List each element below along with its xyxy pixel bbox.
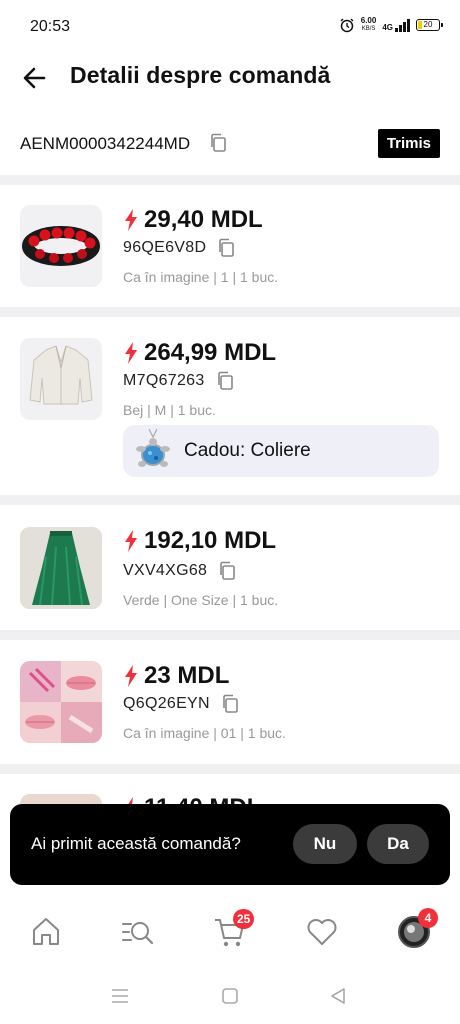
product-variant: Bej | M | 1 buc.	[123, 402, 216, 418]
lightning-icon	[125, 530, 137, 552]
back-triangle-icon[interactable]	[328, 986, 348, 1006]
product-variant: Ca în imagine | 01 | 1 buc.	[123, 725, 286, 741]
divider	[0, 495, 460, 505]
product-price: 29,40 MDL	[144, 206, 263, 233]
page-title: Detalii despre comandă	[70, 62, 331, 88]
copy-icon[interactable]	[216, 237, 238, 259]
sku-row: VXV4XG68	[123, 560, 239, 582]
account-nav[interactable]: 4	[396, 908, 438, 950]
product-image-pink-lip-gloss[interactable]	[20, 661, 102, 743]
divider	[0, 175, 460, 185]
no-button[interactable]: Nu	[293, 824, 357, 864]
product-sku: 96QE6V8D	[123, 239, 207, 256]
lightning-icon	[125, 665, 137, 687]
search-icon[interactable]	[120, 914, 156, 950]
status-indicators: 6.00 KB/S 4G 20	[339, 17, 443, 33]
product-sku: VXV4XG68	[123, 562, 208, 579]
alarm-icon	[340, 18, 354, 33]
product-item[interactable]: 11,40 MDL	[0, 774, 460, 804]
signal-icon	[395, 18, 410, 32]
price-row: 23 MDL	[124, 662, 229, 690]
status-bar: 20:53 6.00 KB/S 4G 20	[0, 0, 460, 52]
menu-icon[interactable]	[110, 987, 130, 1005]
speed-unit: KB/S	[361, 26, 376, 32]
home-square-icon[interactable]	[221, 987, 239, 1005]
signal-indicator: 4G	[382, 18, 410, 32]
received-prompt: Ai primit această comandă? Nu Da	[10, 804, 450, 885]
header: Detalii despre comandă	[0, 52, 460, 104]
product-item[interactable]: 192,10 MDL VXV4XG68 Verde | One Size | 1…	[0, 505, 460, 629]
lightning-icon	[125, 209, 137, 231]
divider	[0, 630, 460, 640]
product-image-green-tulle-skirt[interactable]	[20, 527, 102, 609]
product-item[interactable]: 264,99 MDL M7Q67263 Bej | M | 1 buc. Cad…	[0, 317, 460, 495]
copy-icon[interactable]	[220, 693, 242, 715]
speed-value: 6.00	[360, 16, 377, 25]
cart-badge: 25	[233, 909, 255, 929]
gift-image-turtle-necklace	[136, 428, 170, 467]
product-image-beige-cropped-blazer[interactable]	[20, 338, 102, 420]
gift-item[interactable]: Cadou: Coliere	[123, 425, 439, 477]
product-price: 264,99 MDL	[144, 339, 277, 366]
lightning-icon	[125, 342, 137, 364]
battery-icon: 20	[416, 19, 443, 31]
product-variant: Ca în imagine | 1 | 1 buc.	[123, 269, 279, 285]
status-badge: Trimis	[377, 129, 440, 158]
cart-nav[interactable]: 25	[212, 909, 255, 950]
price-row: 192,10 MDL	[124, 527, 276, 555]
home-icon[interactable]	[28, 914, 64, 950]
product-item[interactable]: 23 MDL Q6Q26EYN Ca în imagine | 01 | 1 b…	[0, 640, 460, 764]
network-type: 4G	[382, 23, 393, 32]
copy-icon[interactable]	[208, 132, 230, 154]
product-price: 11,40 MDL	[144, 794, 261, 804]
product-image-red-rose-bracelet[interactable]	[20, 205, 102, 287]
account-badge: 4	[418, 908, 438, 928]
copy-icon[interactable]	[215, 370, 237, 392]
sku-row: M7Q67263	[123, 370, 237, 392]
copy-icon[interactable]	[217, 560, 239, 582]
divider	[0, 764, 460, 774]
gift-label: Cadou: Coliere	[184, 440, 311, 461]
bottom-nav: 25 4	[0, 900, 460, 966]
product-sku: M7Q67263	[123, 372, 205, 389]
order-id: AENM0000342244MD	[20, 134, 191, 153]
price-row: 11,40 MDL	[124, 794, 261, 804]
price-row: 264,99 MDL	[124, 339, 276, 367]
product-price: 192,10 MDL	[144, 527, 277, 554]
prompt-question: Ai primit această comandă?	[31, 834, 241, 853]
product-item[interactable]: 29,40 MDL 96QE6V8D Ca în imagine | 1 | 1…	[0, 185, 460, 307]
product-sku: Q6Q26EYN	[123, 695, 210, 712]
price-row: 29,40 MDL	[124, 206, 263, 234]
status-time: 20:53	[30, 18, 71, 35]
product-image-partial-product[interactable]	[20, 794, 102, 804]
divider	[0, 307, 460, 317]
sku-row: Q6Q26EYN	[123, 693, 242, 715]
yes-button[interactable]: Da	[367, 824, 429, 864]
heart-icon[interactable]	[304, 914, 340, 950]
network-speed: 6.00 KB/S	[361, 17, 377, 33]
system-nav	[0, 968, 460, 1024]
back-arrow-icon[interactable]	[18, 62, 54, 94]
battery-level: 20	[423, 20, 433, 29]
product-variant: Verde | One Size | 1 buc.	[123, 592, 279, 608]
lightning-icon	[128, 797, 133, 804]
product-price: 23 MDL	[144, 662, 230, 689]
sku-row: 96QE6V8D	[123, 237, 238, 259]
order-info: AENM0000342244MD Trimis	[0, 122, 460, 166]
